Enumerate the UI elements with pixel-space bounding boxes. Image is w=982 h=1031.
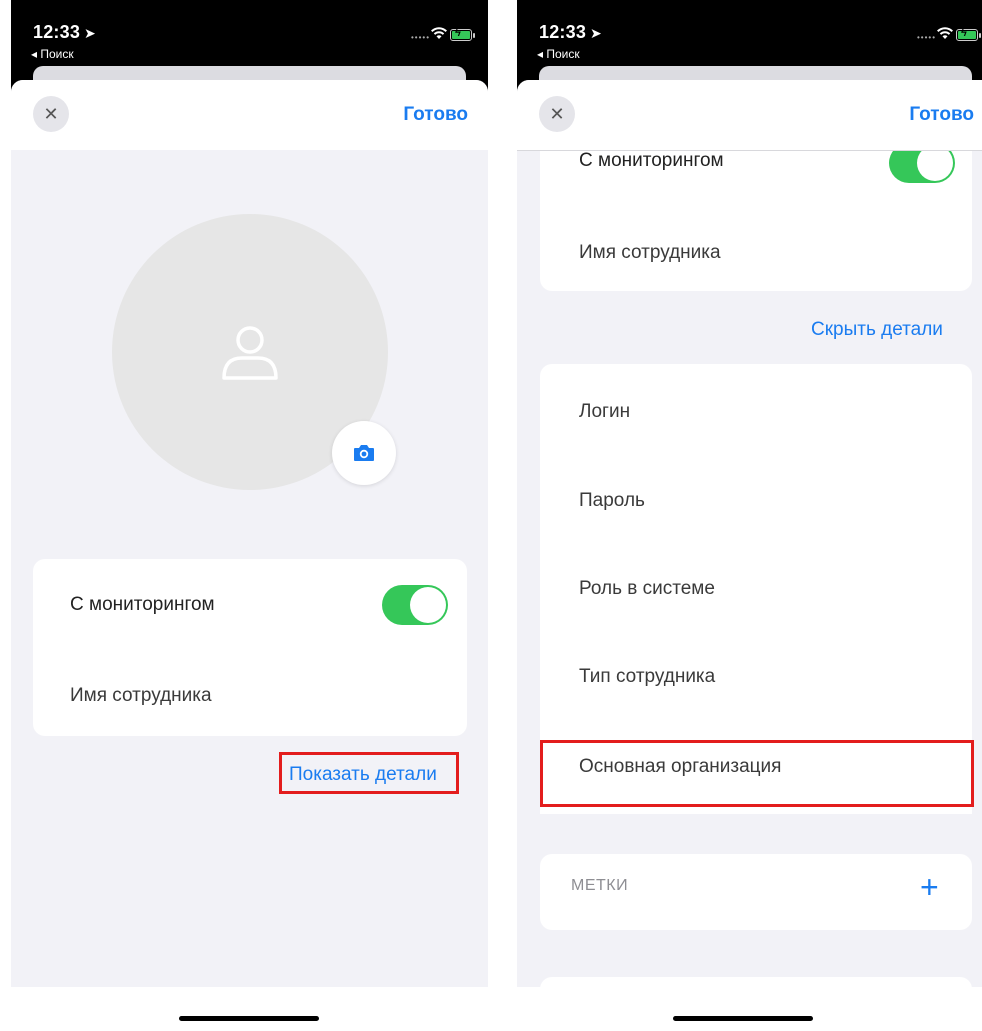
sheet-navbar: ✕ Готово (11, 80, 488, 150)
monitoring-label: С мониторингом (579, 150, 724, 171)
monitoring-toggle[interactable] (382, 585, 448, 625)
battery-icon: ϟ (450, 27, 472, 41)
system-role-field[interactable]: Роль в системе (579, 578, 715, 600)
wifi-icon (431, 27, 447, 39)
home-indicator[interactable] (179, 1016, 319, 1021)
location-arrow-icon: ➤ (84, 25, 96, 41)
employee-type-field[interactable]: Тип сотрудника (579, 666, 715, 688)
status-bar: 12:33 ➤ ◂ Поиск ••••• ϟ (11, 0, 488, 62)
change-photo-button[interactable] (332, 421, 396, 485)
person-icon (222, 326, 278, 380)
back-to-search-link[interactable]: ◂ Поиск (31, 47, 74, 61)
plus-icon[interactable]: + (920, 871, 939, 903)
signal-icon: ••••• (916, 33, 936, 42)
employee-name-field[interactable]: Имя сотрудника (579, 242, 721, 264)
employee-name-field[interactable]: Имя сотрудника (70, 685, 212, 707)
employee-card: С мониторингом Имя сотрудника (33, 559, 467, 736)
tags-card: МЕТКИ + (540, 854, 972, 930)
close-icon: ✕ (43, 103, 59, 124)
phone-screen-right: 12:33 ➤ ◂ Поиск ••••• ϟ ✕ Готово С монито… (517, 0, 982, 1031)
status-bar: 12:33 ➤ ◂ Поиск ••••• ϟ (517, 0, 982, 62)
login-field[interactable]: Логин (579, 401, 630, 423)
show-details-highlight (279, 752, 459, 794)
sheet-navbar: ✕ Готово (517, 80, 982, 151)
close-button[interactable]: ✕ (33, 96, 69, 132)
status-time: 12:33 ➤ (33, 22, 96, 42)
password-field[interactable]: Пароль (579, 490, 645, 512)
home-indicator[interactable] (673, 1016, 813, 1021)
main-organization-highlight (540, 740, 974, 807)
monitoring-label: С мониторингом (70, 594, 215, 615)
status-time: 12:33 ➤ (539, 22, 602, 42)
tags-label: МЕТКИ (571, 877, 629, 894)
bottom-safe-area (11, 987, 488, 1031)
edit-employee-sheet: ✕ Готово С мониторингом Имя сотрудника С… (517, 80, 982, 1031)
wifi-icon (937, 27, 953, 39)
signal-icon: ••••• (410, 33, 430, 42)
close-icon: ✕ (549, 103, 565, 124)
bottom-safe-area (517, 987, 982, 1031)
battery-icon: ϟ (956, 27, 978, 41)
location-arrow-icon: ➤ (590, 25, 602, 41)
phone-screen-left: 12:33 ➤ ◂ Поиск ••••• ϟ ✕ Готово С монит… (11, 0, 488, 1031)
hide-details-link[interactable]: Скрыть детали (811, 319, 943, 341)
back-to-search-link[interactable]: ◂ Поиск (537, 47, 580, 61)
camera-icon (354, 445, 374, 461)
close-button[interactable]: ✕ (539, 96, 575, 132)
done-button[interactable]: Готово (909, 104, 974, 126)
edit-employee-sheet: ✕ Готово С мониторингом Имя сотрудника П… (11, 80, 488, 1031)
done-button[interactable]: Готово (403, 104, 468, 126)
